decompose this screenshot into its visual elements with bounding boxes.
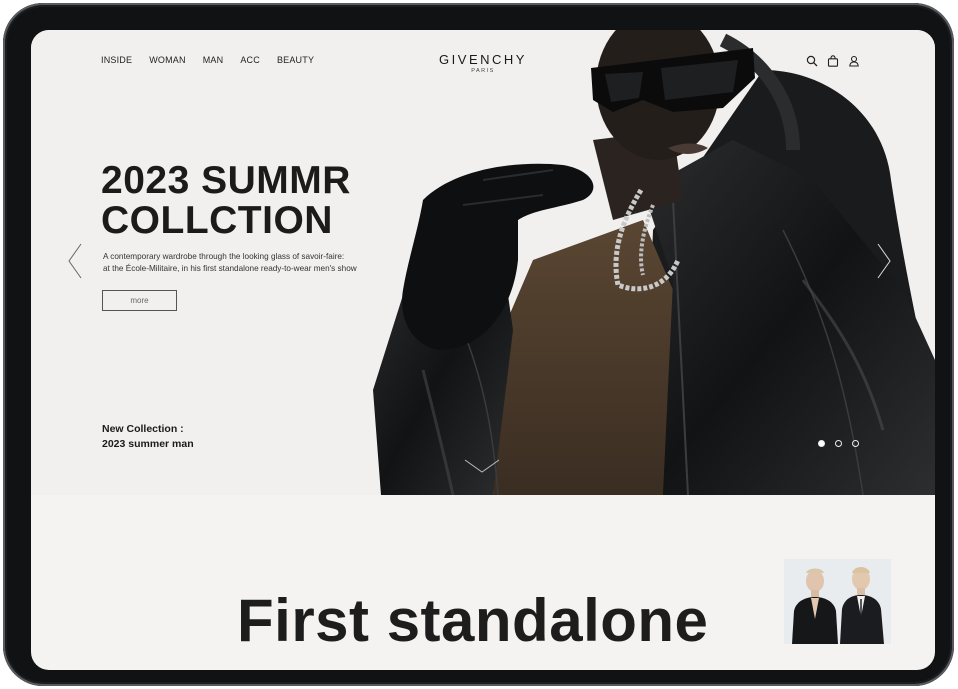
screen: INSIDE WOMAN MAN ACC BEAUTY GIVENCHY PAR… bbox=[31, 30, 935, 670]
main-nav: INSIDE WOMAN MAN ACC BEAUTY bbox=[101, 55, 314, 65]
new-collection-line2: 2023 summer man bbox=[102, 438, 194, 450]
next-slide-icon[interactable] bbox=[876, 243, 892, 284]
header-icons bbox=[806, 54, 860, 67]
prev-slide-icon[interactable] bbox=[67, 243, 83, 284]
hero-headline: 2023 SUMMR COLLCTION bbox=[101, 161, 401, 241]
user-icon[interactable] bbox=[848, 54, 860, 67]
brand-sub: PARIS bbox=[471, 68, 495, 74]
nav-item-beauty[interactable]: BEAUTY bbox=[277, 55, 314, 65]
collection-thumbnail[interactable] bbox=[784, 559, 891, 644]
hero-description: A contemporary wardrobe through the look… bbox=[103, 251, 403, 274]
new-collection-line1: New Collection : bbox=[102, 423, 184, 435]
scroll-down-icon[interactable] bbox=[464, 458, 500, 479]
more-button[interactable]: more bbox=[102, 290, 177, 311]
brand-logo[interactable]: GIVENCHY PARIS bbox=[433, 52, 533, 74]
brand-name: GIVENCHY bbox=[439, 52, 527, 67]
hero-headline-line1: 2023 SUMMR bbox=[101, 159, 351, 202]
nav-item-inside[interactable]: INSIDE bbox=[101, 55, 132, 65]
hero-headline-line2: COLLCTION bbox=[101, 199, 333, 242]
new-collection-label[interactable]: New Collection : 2023 summer man bbox=[102, 422, 194, 452]
slide-dot-1[interactable] bbox=[818, 440, 825, 447]
thumbnail-models-image bbox=[784, 559, 891, 644]
section-title: First standalone bbox=[237, 587, 709, 654]
slide-dot-2[interactable] bbox=[835, 440, 842, 447]
nav-item-woman[interactable]: WOMAN bbox=[149, 55, 186, 65]
bag-icon[interactable] bbox=[827, 54, 839, 67]
hero-description-line1: A contemporary wardrobe through the look… bbox=[103, 252, 345, 261]
slide-indicators bbox=[818, 440, 859, 447]
hero-description-line2: at the École-Militaire, in his first sta… bbox=[103, 263, 357, 273]
hero-banner: INSIDE WOMAN MAN ACC BEAUTY GIVENCHY PAR… bbox=[31, 30, 935, 495]
tablet-frame: INSIDE WOMAN MAN ACC BEAUTY GIVENCHY PAR… bbox=[3, 3, 954, 686]
nav-item-man[interactable]: MAN bbox=[203, 55, 224, 65]
search-icon[interactable] bbox=[806, 54, 818, 67]
nav-item-acc[interactable]: ACC bbox=[240, 55, 260, 65]
hero-model-photo bbox=[373, 30, 935, 495]
slide-dot-3[interactable] bbox=[852, 440, 859, 447]
